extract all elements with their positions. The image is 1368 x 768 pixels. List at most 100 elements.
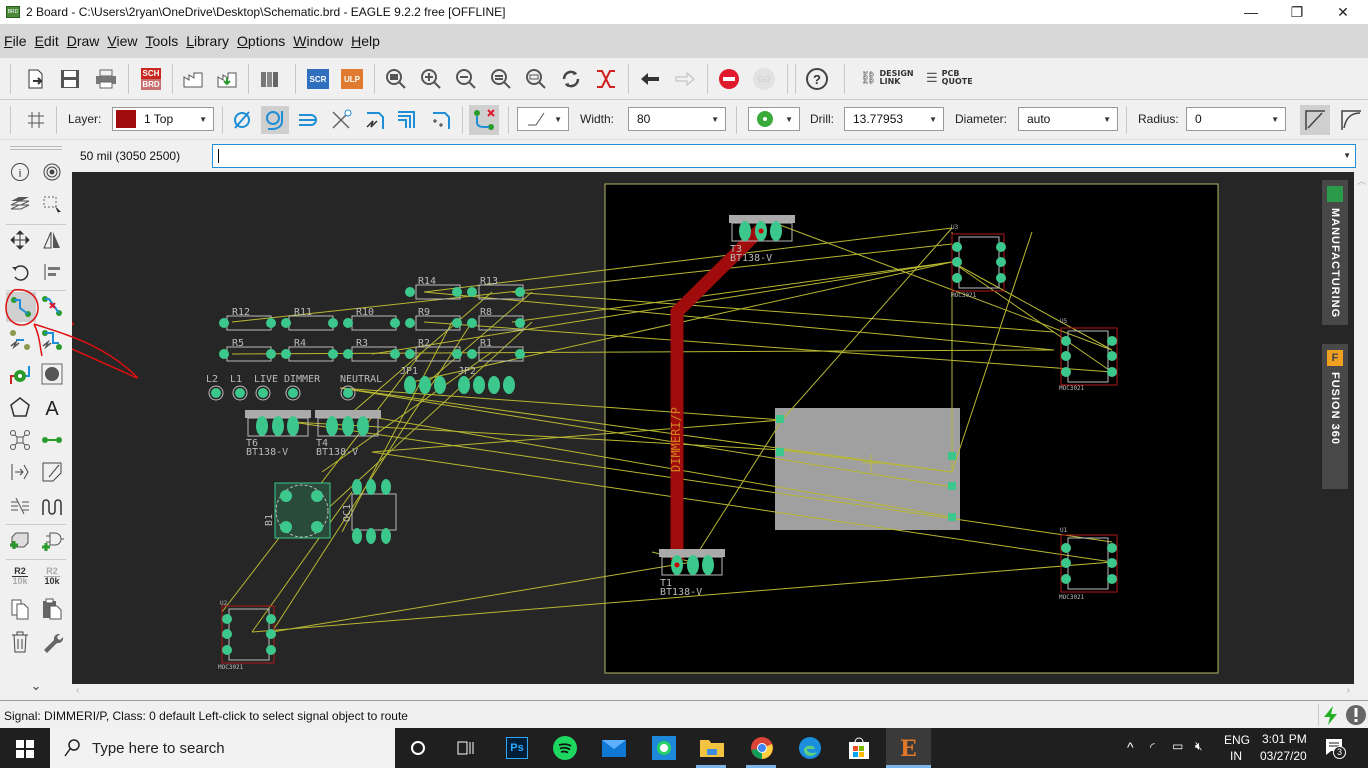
autorouter-button[interactable]	[360, 106, 388, 134]
bend-straight-button[interactable]	[1300, 105, 1330, 135]
menu-window[interactable]: Window	[293, 33, 343, 49]
chevron-down-icon[interactable]: ▼	[1343, 151, 1351, 160]
file-explorer-icon[interactable]	[700, 737, 724, 759]
board-drawing[interactable]: DIMMERI/P R14 R13 R12 R11 R10 R9 R8 R5 R…	[72, 172, 1354, 684]
task-view-icon[interactable]	[457, 739, 475, 757]
zoom-fit-button[interactable]	[382, 65, 410, 93]
save-button[interactable]	[56, 65, 84, 93]
paste-button[interactable]	[38, 595, 66, 623]
menu-edit[interactable]: Edit	[35, 33, 59, 49]
delete-button[interactable]	[6, 628, 34, 656]
whatsapp-icon[interactable]	[652, 736, 676, 760]
show-unrouted-button[interactable]	[469, 105, 499, 135]
redraw-button[interactable]	[557, 65, 585, 93]
ripup-button[interactable]	[228, 106, 256, 134]
scroll-up-icon[interactable]: ︿	[1357, 174, 1366, 187]
wire-bend-select[interactable]: ▼	[517, 107, 569, 131]
script-button[interactable]: SCR	[304, 65, 332, 93]
layer-select[interactable]: 1 Top ▼	[112, 107, 214, 131]
menu-library[interactable]: Library	[186, 33, 229, 49]
fusion-360-panel-tab[interactable]: F FUSION 360	[1322, 344, 1348, 489]
design-link-button[interactable]: ⛓ DESIGN LINK	[860, 70, 914, 86]
minimize-button[interactable]: —	[1228, 0, 1274, 24]
grid-button[interactable]	[22, 106, 50, 134]
diameter-select[interactable]: auto ▼	[1018, 107, 1118, 131]
windows-start-icon[interactable]	[16, 740, 34, 758]
add-gate-button[interactable]	[38, 527, 66, 555]
eagle-taskbar-button[interactable]: E	[886, 728, 931, 768]
photoshop-icon[interactable]: Ps	[506, 737, 528, 759]
polygon-button[interactable]	[6, 393, 34, 421]
battery-icon[interactable]: ▭	[1172, 739, 1183, 753]
go-button[interactable]: GO	[750, 65, 778, 93]
horizontal-scrollbar[interactable]: ‹ ›	[72, 684, 1368, 700]
bend-arc-button[interactable]	[1336, 105, 1366, 135]
open-file-button[interactable]	[22, 65, 50, 93]
clock-time[interactable]: 3:01 PM	[1262, 732, 1307, 746]
edge-icon[interactable]	[798, 736, 822, 760]
mail-icon[interactable]	[602, 738, 626, 758]
library-manager-button[interactable]	[256, 65, 284, 93]
info-button[interactable]: i	[6, 158, 34, 186]
fanout-button[interactable]	[327, 106, 355, 134]
switch-sch-brd-button[interactable]: SCH BRD	[137, 65, 165, 93]
spotify-icon[interactable]	[553, 736, 577, 760]
copy-button[interactable]	[6, 595, 34, 623]
menu-help[interactable]: Help	[351, 33, 380, 49]
print-button[interactable]	[92, 65, 120, 93]
menu-options[interactable]: Options	[237, 33, 285, 49]
redo-button[interactable]	[671, 65, 699, 93]
select-button[interactable]	[38, 191, 66, 219]
taskbar-search-box[interactable]: Type here to search	[50, 728, 395, 768]
manufacturing-import-button[interactable]	[214, 65, 242, 93]
menu-file[interactable]: File	[4, 33, 27, 49]
attribute-button[interactable]	[6, 458, 34, 486]
via-shape-select[interactable]: ▼	[748, 107, 800, 131]
restore-button[interactable]: ❐	[1274, 0, 1320, 24]
menu-draw[interactable]: Draw	[67, 33, 100, 49]
microsoft-store-icon[interactable]	[848, 736, 870, 760]
route-manual-button[interactable]	[261, 106, 289, 134]
show-button[interactable]	[38, 158, 66, 186]
zoom-select-button[interactable]	[522, 65, 550, 93]
board-canvas[interactable]: DIMMERI/P R14 R13 R12 R11 R10 R9 R8 R5 R…	[72, 172, 1354, 684]
stop-button[interactable]	[715, 65, 743, 93]
name-button[interactable]: R2 10k	[6, 562, 34, 590]
help-button[interactable]: ?	[803, 65, 831, 93]
vertical-scrollbar[interactable]: ︿	[1354, 172, 1368, 684]
value-button[interactable]: R2 10k	[38, 562, 66, 590]
text-button[interactable]: A	[38, 393, 66, 421]
undo-button[interactable]	[636, 65, 664, 93]
miter-button[interactable]	[6, 492, 34, 520]
width-select[interactable]: 80 ▼	[628, 107, 726, 131]
run-ulp-button[interactable]: ULP	[338, 65, 366, 93]
signal-button[interactable]	[6, 426, 34, 454]
change-button[interactable]	[38, 628, 66, 656]
command-input[interactable]: ▼	[212, 144, 1356, 168]
zoom-out-button[interactable]	[452, 65, 480, 93]
manufacturing-panel-tab[interactable]: MANUFACTURING	[1322, 180, 1348, 325]
optimize-button[interactable]	[426, 106, 454, 134]
meander-button[interactable]	[294, 106, 322, 134]
chrome-icon[interactable]	[750, 736, 774, 760]
route-multiple-button[interactable]	[393, 106, 421, 134]
menu-tools[interactable]: Tools	[146, 33, 179, 49]
scroll-right-icon[interactable]: ›	[1347, 685, 1350, 696]
zoom-in-button[interactable]	[417, 65, 445, 93]
wifi-icon[interactable]: ◜	[1150, 740, 1155, 754]
lightning-icon[interactable]	[1321, 705, 1341, 725]
clock-date[interactable]: 03/27/20	[1260, 749, 1307, 763]
warning-icon[interactable]	[1345, 704, 1367, 726]
drill-select[interactable]: 13.77953 ▼	[844, 107, 944, 131]
dimension-button[interactable]	[38, 458, 66, 486]
meander-tool-button[interactable]	[38, 492, 66, 520]
wire-button[interactable]	[38, 426, 66, 454]
ratsnest-button[interactable]	[592, 65, 620, 93]
zoom-last-button[interactable]	[487, 65, 515, 93]
radius-select[interactable]: 0 ▼	[1186, 107, 1286, 131]
scroll-left-icon[interactable]: ‹	[76, 685, 79, 696]
mirror-button[interactable]	[38, 226, 66, 254]
notifications-button[interactable]: 3	[1325, 738, 1346, 759]
add-part-button[interactable]	[6, 527, 34, 555]
menu-view[interactable]: View	[107, 33, 137, 49]
